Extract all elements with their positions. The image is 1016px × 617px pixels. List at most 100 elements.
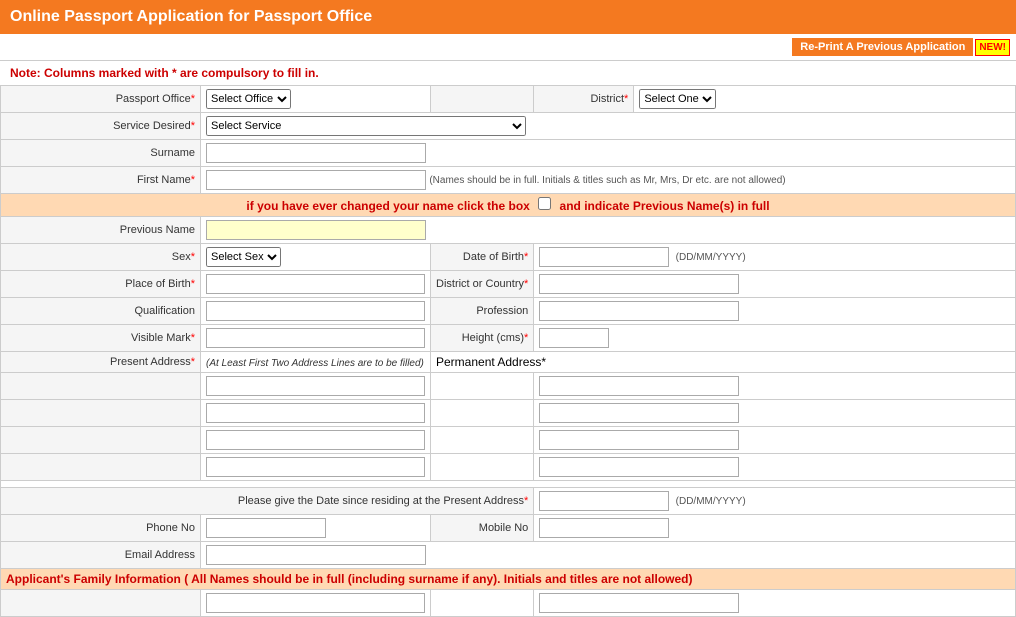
address-line-3-row bbox=[1, 427, 1016, 454]
sex-select[interactable]: Select Sex Male Female bbox=[206, 247, 281, 267]
surname-row: Surname bbox=[1, 140, 1016, 167]
present-address-line3-cell bbox=[201, 427, 431, 454]
service-desired-cell: Select Service bbox=[201, 113, 1016, 140]
email-row: Email Address bbox=[1, 542, 1016, 569]
present-address-label: Present Address* bbox=[1, 352, 201, 373]
date-residing-hint: (DD/MM/YYYY) bbox=[673, 496, 746, 507]
firstname-hint: (Names should be in full. Initials & tit… bbox=[429, 175, 785, 186]
profession-input[interactable] bbox=[539, 301, 739, 321]
permanent-address-line4-cell bbox=[534, 454, 1016, 481]
name-change-text: if you have ever changed your name click… bbox=[246, 199, 529, 213]
name-change-row: if you have ever changed your name click… bbox=[1, 194, 1016, 217]
passport-office-cell: Select Office bbox=[201, 86, 431, 113]
previous-name-input[interactable] bbox=[206, 220, 426, 240]
date-residing-row: Please give the Date since residing at t… bbox=[1, 488, 1016, 515]
qualification-input[interactable] bbox=[206, 301, 425, 321]
page-header: Online Passport Application for Passport… bbox=[0, 0, 1016, 34]
mobile-label: Mobile No bbox=[431, 515, 534, 542]
dob-hint: (DD/MM/YYYY) bbox=[673, 252, 746, 263]
dob-label: Date of Birth* bbox=[431, 244, 534, 271]
date-residing-input[interactable] bbox=[539, 491, 669, 511]
present-address-line1-input[interactable] bbox=[206, 376, 425, 396]
phone-input[interactable] bbox=[206, 518, 326, 538]
surname-cell bbox=[201, 140, 1016, 167]
email-cell bbox=[201, 542, 1016, 569]
reprint-button[interactable]: Re-Print A Previous Application bbox=[792, 38, 973, 56]
mark-height-row: Visible Mark* Height (cms)* bbox=[1, 325, 1016, 352]
place-of-birth-cell bbox=[201, 271, 431, 298]
phone-mobile-row: Phone No Mobile No bbox=[1, 515, 1016, 542]
visible-mark-input[interactable] bbox=[206, 328, 425, 348]
height-label: Height (cms)* bbox=[431, 325, 534, 352]
surname-label: Surname bbox=[1, 140, 201, 167]
present-address-line4-input[interactable] bbox=[206, 457, 425, 477]
previous-name-label: Previous Name bbox=[1, 217, 201, 244]
surname-input[interactable] bbox=[206, 143, 426, 163]
passport-office-label: Passport Office* bbox=[1, 86, 201, 113]
permanent-address-line4-input[interactable] bbox=[539, 457, 739, 477]
firstname-row: First Name* (Names should be in full. In… bbox=[1, 167, 1016, 194]
firstname-input[interactable] bbox=[206, 170, 426, 190]
qual-profession-row: Qualification Profession bbox=[1, 298, 1016, 325]
dob-cell: (DD/MM/YYYY) bbox=[534, 244, 1016, 271]
district-country-cell bbox=[534, 271, 1016, 298]
name-change-checkbox[interactable] bbox=[538, 197, 551, 210]
address-header-row: Present Address* (At Least First Two Add… bbox=[1, 352, 1016, 373]
family-header-cell: Applicant's Family Information ( All Nam… bbox=[1, 569, 1016, 590]
family-input-1[interactable] bbox=[206, 593, 425, 613]
firstname-cell: (Names should be in full. Initials & tit… bbox=[201, 167, 1016, 194]
dob-input[interactable] bbox=[539, 247, 669, 267]
service-desired-label: Service Desired* bbox=[1, 113, 201, 140]
previous-name-row: Previous Name bbox=[1, 217, 1016, 244]
permanent-address-line3-input[interactable] bbox=[539, 430, 739, 450]
email-label: Email Address bbox=[1, 542, 201, 569]
permanent-address-line1-input[interactable] bbox=[539, 376, 739, 396]
qualification-cell bbox=[201, 298, 431, 325]
profession-label: Profession bbox=[431, 298, 534, 325]
family-input-2[interactable] bbox=[539, 593, 739, 613]
place-of-birth-label: Place of Birth* bbox=[1, 271, 201, 298]
present-address-line3-input[interactable] bbox=[206, 430, 425, 450]
email-input[interactable] bbox=[206, 545, 426, 565]
district-cell: Select One bbox=[634, 86, 1016, 113]
new-badge: NEW! bbox=[975, 39, 1010, 56]
phone-cell bbox=[201, 515, 431, 542]
district-country-label: District or Country* bbox=[431, 271, 534, 298]
present-address-line4-cell bbox=[201, 454, 431, 481]
family-blank-row bbox=[1, 590, 1016, 617]
height-input[interactable] bbox=[539, 328, 609, 348]
permanent-address-line1-cell bbox=[534, 373, 1016, 400]
address-line-2-row bbox=[1, 400, 1016, 427]
address-line-1-row bbox=[1, 373, 1016, 400]
district-select[interactable]: Select One bbox=[639, 89, 716, 109]
header-title: Online Passport Application for Passport… bbox=[10, 8, 372, 25]
permanent-address-line3-cell bbox=[534, 427, 1016, 454]
visible-mark-cell bbox=[201, 325, 431, 352]
passport-office-row: Passport Office* Select Office District*… bbox=[1, 86, 1016, 113]
reprint-bar: Re-Print A Previous Application NEW! bbox=[0, 34, 1016, 61]
passport-office-select[interactable]: Select Office bbox=[206, 89, 291, 109]
name-change-cell: if you have ever changed your name click… bbox=[1, 194, 1016, 217]
sex-cell: Select Sex Male Female bbox=[201, 244, 431, 271]
sex-label: Sex* bbox=[1, 244, 201, 271]
birth-row: Place of Birth* District or Country* bbox=[1, 271, 1016, 298]
present-address-line2-input[interactable] bbox=[206, 403, 425, 423]
mobile-input[interactable] bbox=[539, 518, 669, 538]
firstname-label: First Name* bbox=[1, 167, 201, 194]
phone-label: Phone No bbox=[1, 515, 201, 542]
service-desired-select[interactable]: Select Service bbox=[206, 116, 526, 136]
address-line-4-row bbox=[1, 454, 1016, 481]
service-desired-row: Service Desired* Select Service bbox=[1, 113, 1016, 140]
place-of-birth-input[interactable] bbox=[206, 274, 425, 294]
permanent-address-line2-input[interactable] bbox=[539, 403, 739, 423]
main-form: Passport Office* Select Office District*… bbox=[0, 85, 1016, 617]
sex-dob-row: Sex* Select Sex Male Female Date of Birt… bbox=[1, 244, 1016, 271]
present-address-line2-cell bbox=[201, 400, 431, 427]
qualification-label: Qualification bbox=[1, 298, 201, 325]
spacer-row bbox=[1, 481, 1016, 488]
mobile-cell bbox=[534, 515, 1016, 542]
family-header-text: Applicant's Family Information ( All Nam… bbox=[6, 572, 693, 586]
name-change-text2: and indicate Previous Name(s) in full bbox=[560, 199, 770, 213]
district-country-input[interactable] bbox=[539, 274, 739, 294]
date-residing-label: Please give the Date since residing at t… bbox=[1, 488, 534, 515]
